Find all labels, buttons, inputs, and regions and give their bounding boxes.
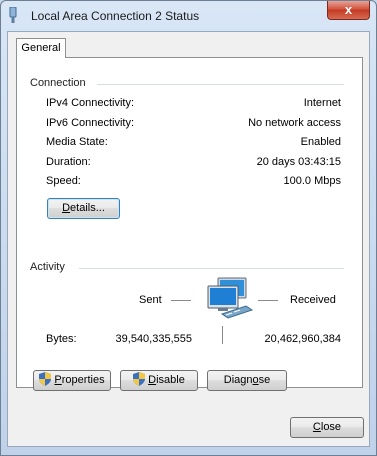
sent-label: Sent [139, 294, 162, 306]
disable-label: isable [156, 374, 185, 386]
general-tab-panel: Connection IPv4 Connectivity: Internet I… [16, 57, 363, 391]
bytes-received-value: 20,462,960,384 [264, 333, 341, 345]
ipv6-value: No network access [248, 117, 341, 129]
status-dialog: Local Area Connection 2 Status x General… [0, 0, 377, 456]
uac-shield-icon [39, 372, 52, 386]
close-accel: C [312, 421, 321, 433]
properties-button[interactable]: Properties [33, 370, 111, 391]
disable-accel: D [148, 374, 157, 386]
properties-label: roperties [61, 374, 105, 386]
sent-dash [171, 300, 191, 301]
duration-value: 20 days 03:43:15 [256, 156, 341, 168]
tab-general[interactable]: General [16, 38, 66, 58]
speed-value: 100.0 Mbps [283, 175, 341, 187]
received-dash [258, 300, 278, 301]
ipv4-label: IPv4 Connectivity: [46, 97, 135, 109]
speed-label: Speed: [46, 175, 81, 187]
title-bar[interactable]: Local Area Connection 2 Status x [1, 1, 376, 31]
activity-heading: Activity [30, 261, 65, 273]
media-state-label: Media State: [46, 136, 108, 148]
diagnose-prefix: Diagn [223, 374, 253, 386]
details-button[interactable]: Details... [47, 198, 120, 219]
uac-shield-icon [133, 372, 146, 386]
media-state-value: Enabled [300, 136, 341, 148]
received-label: Received [290, 294, 336, 306]
close-label: lose [320, 421, 342, 433]
dialog-body: General Connection IPv4 Connectivity: In… [7, 31, 370, 447]
network-computers-icon [207, 277, 254, 319]
ipv6-label: IPv6 Connectivity: [46, 117, 135, 129]
duration-label: Duration: [46, 156, 91, 168]
ipv4-value: Internet [303, 97, 341, 109]
activity-divider [79, 268, 344, 270]
diagnose-rest: se [258, 374, 271, 386]
diagnose-button[interactable]: Diagnose [207, 370, 287, 391]
bytes-label: Bytes: [46, 333, 77, 345]
details-accel: D [62, 202, 71, 214]
details-label: etails... [70, 202, 105, 214]
close-button[interactable]: Close [290, 417, 364, 438]
window-close-button[interactable]: x [327, 1, 370, 20]
network-adapter-icon [9, 7, 17, 23]
bytes-separator [222, 326, 223, 344]
bytes-sent-value: 39,540,335,555 [115, 333, 192, 345]
connection-divider [97, 84, 344, 86]
properties-accel: P [54, 374, 62, 386]
disable-button[interactable]: Disable [120, 370, 198, 391]
connection-heading: Connection [30, 77, 86, 89]
window-title: Local Area Connection 2 Status [31, 9, 200, 23]
